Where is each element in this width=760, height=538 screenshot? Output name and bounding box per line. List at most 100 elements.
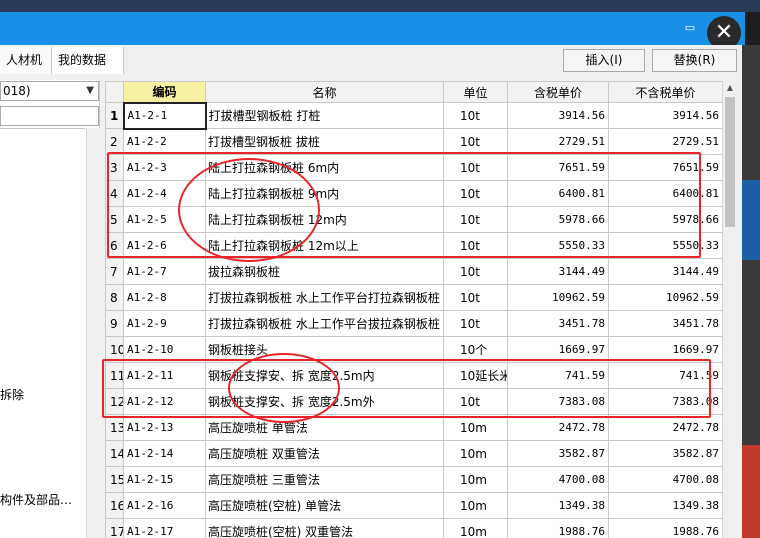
cell-price-tax[interactable]: 5978.66 xyxy=(507,206,609,233)
cell-price-tax[interactable]: 7651.59 xyxy=(507,154,609,181)
cell-unit[interactable]: 10t xyxy=(443,258,508,285)
tab-my-data[interactable]: 我的数据 xyxy=(52,47,124,74)
cell-unit[interactable]: 10延长米 xyxy=(443,362,508,389)
cell-code[interactable]: A1-2-16 xyxy=(123,492,206,519)
table-row[interactable]: 3 A1-2-3 陆上打拉森钢板桩 6m内 10t 7651.59 7651.59 xyxy=(105,154,723,181)
cell-code[interactable]: A1-2-13 xyxy=(123,414,206,441)
cell-unit[interactable]: 10m xyxy=(443,492,508,519)
row-number[interactable]: 6 xyxy=(105,232,124,259)
tab-materials[interactable]: 人材机 xyxy=(0,47,52,74)
row-number[interactable]: 5 xyxy=(105,206,124,233)
cell-code[interactable]: A1-2-5 xyxy=(123,206,206,233)
cell-name[interactable]: 陆上打拉森钢板桩 6m内 xyxy=(205,154,444,181)
row-number[interactable]: 12 xyxy=(105,388,124,415)
row-number[interactable]: 16 xyxy=(105,492,124,519)
cell-price-notax[interactable]: 7651.59 xyxy=(608,154,723,181)
replace-button[interactable]: 替换(R) xyxy=(652,49,737,72)
cell-price-tax[interactable]: 10962.59 xyxy=(507,284,609,311)
header-name[interactable]: 名称 xyxy=(205,81,444,103)
cell-price-tax[interactable]: 4700.08 xyxy=(507,466,609,493)
cell-unit[interactable]: 10t xyxy=(443,310,508,337)
table-row[interactable]: 2 A1-2-2 打拔槽型钢板桩 拔桩 10t 2729.51 2729.51 xyxy=(105,128,723,155)
cell-price-notax[interactable]: 3914.56 xyxy=(608,102,723,129)
cell-price-notax[interactable]: 3144.49 xyxy=(608,258,723,285)
cell-price-tax[interactable]: 7383.08 xyxy=(507,388,609,415)
row-number[interactable]: 7 xyxy=(105,258,124,285)
tree-item-components[interactable]: 构件及部品… xyxy=(0,491,72,508)
tree-item-demolition[interactable]: 拆除 xyxy=(0,386,24,403)
cell-price-notax[interactable]: 7383.08 xyxy=(608,388,723,415)
scrollbar-thumb[interactable] xyxy=(725,97,735,227)
cell-price-notax[interactable]: 6400.81 xyxy=(608,180,723,207)
cell-name[interactable]: 高压旋喷桩(空桩) 单管法 xyxy=(205,492,444,519)
cell-price-notax[interactable]: 4700.08 xyxy=(608,466,723,493)
table-row[interactable]: 11A1-2-11钢板桩支撑安、拆 宽度2.5m内10延长米741.59741.… xyxy=(105,362,723,389)
row-number[interactable]: 3 xyxy=(105,154,124,181)
table-row[interactable]: 8 A1-2-8 打拔拉森钢板桩 水上工作平台打拉森钢板桩 10t 10962.59 10… xyxy=(105,284,723,311)
cell-code[interactable]: A1-2-8 xyxy=(123,284,206,311)
cell-name[interactable]: 陆上打拉森钢板桩 12m内 xyxy=(205,206,444,233)
cell-name[interactable]: 高压旋喷桩 三重管法 xyxy=(205,466,444,493)
table-row[interactable]: 17A1-2-17高压旋喷桩(空桩) 双重管法10m1988.761988.76 xyxy=(105,518,723,538)
table-row[interactable]: 4 A1-2-4 陆上打拉森钢板桩 9m内 10t 6400.81 6400.81 xyxy=(105,180,723,207)
cell-unit[interactable]: 10m xyxy=(443,466,508,493)
row-number[interactable]: 2 xyxy=(105,128,124,155)
row-number[interactable]: 13 xyxy=(105,414,124,441)
cell-name[interactable]: 高压旋喷桩 单管法 xyxy=(205,414,444,441)
table-scrollbar[interactable]: ▲ xyxy=(722,81,737,538)
cell-price-tax[interactable]: 3451.78 xyxy=(507,310,609,337)
table-row[interactable]: 13A1-2-13高压旋喷桩 单管法10m2472.782472.78 xyxy=(105,414,723,441)
cell-code[interactable]: A1-2-7 xyxy=(123,258,206,285)
cell-unit[interactable]: 10t xyxy=(443,206,508,233)
left-search-input[interactable] xyxy=(0,106,99,126)
header-price-notax[interactable]: 不含税单价 xyxy=(608,81,723,103)
cell-code[interactable]: A1-2-3 xyxy=(123,154,206,181)
cell-unit[interactable]: 10m xyxy=(443,518,508,538)
cell-price-notax[interactable]: 2729.51 xyxy=(608,128,723,155)
cell-code[interactable]: A1-2-2 xyxy=(123,128,206,155)
cell-price-tax[interactable]: 2472.78 xyxy=(507,414,609,441)
table-row[interactable]: 7 A1-2-7 拔拉森钢板桩 10t 3144.49 3144.49 xyxy=(105,258,723,285)
cell-name[interactable]: 钢板桩支撑安、拆 宽度2.5m内 xyxy=(205,362,444,389)
cell-unit[interactable]: 10t xyxy=(443,388,508,415)
cell-code[interactable]: A1-2-14 xyxy=(123,440,206,467)
cell-code[interactable]: A1-2-15 xyxy=(123,466,206,493)
table-row[interactable]: 1 A1-2-1 打拔槽型钢板桩 打桩 10t 3914.56 3914.56 xyxy=(105,101,723,130)
cell-price-tax[interactable]: 1349.38 xyxy=(507,492,609,519)
table-row[interactable]: 10A1-2-10钢板桩接头10个1669.971669.97 xyxy=(105,336,723,363)
quota-library-select[interactable]: 018) ▼ xyxy=(0,81,99,101)
chevron-down-icon[interactable]: ▼ xyxy=(86,82,94,100)
cell-price-tax[interactable]: 3914.56 xyxy=(507,102,609,129)
cell-price-notax[interactable]: 5978.66 xyxy=(608,206,723,233)
cell-code[interactable]: A1-2-4 xyxy=(123,180,206,207)
cell-unit[interactable]: 10t xyxy=(443,232,508,259)
cell-unit[interactable]: 10t xyxy=(443,180,508,207)
cell-name[interactable]: 钢板桩接头 xyxy=(205,336,444,363)
cell-unit[interactable]: 10t xyxy=(443,128,508,155)
cell-unit[interactable]: 10个 xyxy=(443,336,508,363)
table-row[interactable]: 14A1-2-14高压旋喷桩 双重管法10m3582.873582.87 xyxy=(105,440,723,467)
table-row[interactable]: 6 A1-2-6 陆上打拉森钢板桩 12m以上 10t 5550.33 5550.33 xyxy=(105,232,723,259)
row-number[interactable]: 1 xyxy=(105,102,124,129)
cell-price-notax[interactable]: 741.59 xyxy=(608,362,723,389)
cell-price-notax[interactable]: 10962.59 xyxy=(608,284,723,311)
row-number[interactable]: 15 xyxy=(105,466,124,493)
table-row[interactable]: 16A1-2-16高压旋喷桩(空桩) 单管法10m1349.381349.38 xyxy=(105,492,723,519)
cell-price-tax[interactable]: 741.59 xyxy=(507,362,609,389)
cell-unit[interactable]: 10m xyxy=(443,414,508,441)
header-price-tax[interactable]: 含税单价 xyxy=(507,81,609,103)
cell-name[interactable]: 打拔槽型钢板桩 拔桩 xyxy=(205,128,444,155)
left-scrollbar[interactable] xyxy=(86,128,100,538)
cell-price-tax[interactable]: 1988.76 xyxy=(507,518,609,538)
table-row[interactable]: 15A1-2-15高压旋喷桩 三重管法10m4700.084700.08 xyxy=(105,466,723,493)
cell-price-tax[interactable]: 5550.33 xyxy=(507,232,609,259)
cell-name[interactable]: 打拔槽型钢板桩 打桩 xyxy=(205,102,444,129)
cell-name[interactable]: 打拔拉森钢板桩 水上工作平台拔拉森钢板桩 xyxy=(205,310,444,337)
cell-code[interactable]: A1-2-17 xyxy=(123,518,206,538)
cell-price-notax[interactable]: 1349.38 xyxy=(608,492,723,519)
row-number[interactable]: 17 xyxy=(105,518,124,538)
row-number[interactable]: 11 xyxy=(105,362,124,389)
cell-name[interactable]: 高压旋喷桩(空桩) 双重管法 xyxy=(205,518,444,538)
row-number[interactable]: 4 xyxy=(105,180,124,207)
insert-button[interactable]: 插入(I) xyxy=(563,49,645,72)
